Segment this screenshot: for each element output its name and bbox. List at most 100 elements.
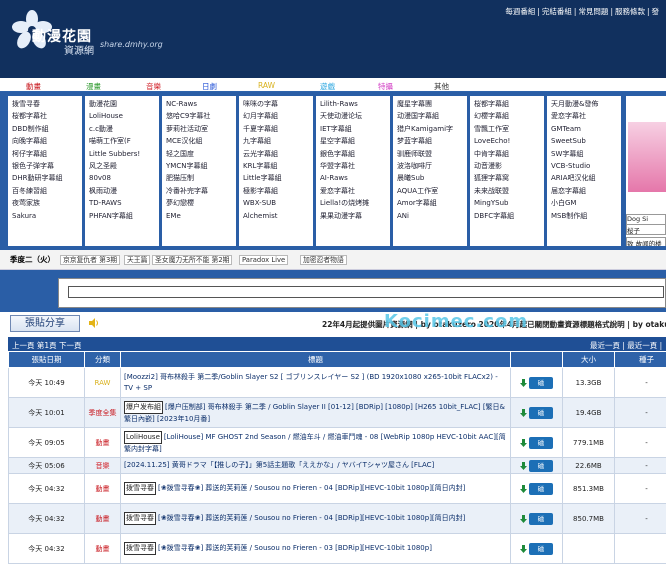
subgroup-link[interactable]: 夢幻戀櫻 xyxy=(166,197,236,209)
toplink-more[interactable]: 發 xyxy=(651,7,661,16)
download-arrow-icon[interactable] xyxy=(520,484,527,493)
season-chip[interactable]: 天王篇 xyxy=(124,255,151,265)
subgroup-link[interactable]: 风之圣殿 xyxy=(89,160,159,172)
row-title[interactable]: [LoliHouse] MF GHOST 2nd Season / 燃油车斗 /… xyxy=(124,433,506,453)
subgroup-link[interactable]: 千夏字幕組 xyxy=(243,123,313,135)
subgroup-link[interactable]: YMCN字幕組 xyxy=(166,160,236,172)
subgroup-link[interactable]: 猎户Kamigami字 xyxy=(397,123,467,135)
season-chip[interactable]: 京京复仇者 第3期 xyxy=(60,255,121,265)
toplink-faq[interactable]: 常見問題 xyxy=(577,7,609,16)
magnet-button[interactable]: 磁 xyxy=(529,542,553,555)
subgroup-link[interactable]: KRL字幕組 xyxy=(243,160,313,172)
subgroup-link[interactable]: 动漫国字幕組 xyxy=(397,110,467,122)
subgroup-link[interactable]: 雪飄工作室 xyxy=(474,123,544,135)
subgroup-link[interactable]: 肥猫压制 xyxy=(166,172,236,184)
subgroup-link[interactable]: 中肯字幕組 xyxy=(474,148,544,160)
download-arrow-icon[interactable] xyxy=(520,378,527,387)
subgroup-link[interactable]: Little Subbers! xyxy=(89,148,159,160)
subgroup-link[interactable]: 九字幕組 xyxy=(243,135,313,147)
table-row[interactable]: 今天 10:49 RAW [Moozzi2] 哥布林殺手 第二季/Goblin Sl… xyxy=(8,367,666,398)
subgroup-link[interactable]: SW字幕組 xyxy=(551,148,621,160)
subgroup-link[interactable]: TD-RAWS xyxy=(89,197,159,209)
subgroup-link[interactable]: c.c動漫 xyxy=(89,123,159,135)
pager-left[interactable]: 上一頁 第1頁 下一頁 xyxy=(12,340,82,351)
subgroup-link[interactable]: Liella!の烧烤摊 xyxy=(320,197,390,209)
subgroup-link[interactable]: Amor字幕組 xyxy=(397,197,467,209)
subgroup-link[interactable]: Little字幕組 xyxy=(243,172,313,184)
category-3[interactable]: 日劇 xyxy=(202,81,217,92)
header-title[interactable]: 標題 xyxy=(120,351,511,368)
subgroup-link[interactable]: GMTeam xyxy=(551,123,621,135)
subgroup-link[interactable]: 夜莺家族 xyxy=(12,197,82,209)
category-2[interactable]: 音樂 xyxy=(146,81,161,92)
row-title[interactable]: [❀拨雪寻春❀] 葬送的芙莉莲 / Sousou no Frieren - 04… xyxy=(158,484,465,492)
subgroup-link[interactable]: PHFAN字幕組 xyxy=(89,210,159,222)
subgroup-link[interactable]: 向晚字幕組 xyxy=(12,135,82,147)
row-category[interactable]: 季度全集 xyxy=(84,397,121,428)
subgroup-link[interactable]: 魔星字幕團 xyxy=(397,98,467,110)
toplink-terms[interactable]: 服務條款 xyxy=(614,7,646,16)
team-tag[interactable]: 爆户发布組 xyxy=(124,400,163,414)
row-category[interactable]: 動畫 xyxy=(84,503,121,534)
download-arrow-icon[interactable] xyxy=(520,544,527,553)
subgroup-link[interactable]: EMe xyxy=(166,210,236,222)
subgroup-link[interactable]: 届恋字幕組 xyxy=(551,185,621,197)
toplink-weekly[interactable]: 每週番組 xyxy=(504,7,536,16)
search-input[interactable] xyxy=(68,286,664,298)
row-title[interactable]: [2024.11.25] 黄哥ドラマ「【推しの子】」第5話主題歌「ええかな」/ … xyxy=(124,461,434,469)
site-logo[interactable]: 動漫花園 資源網 share.dmhy.org xyxy=(4,4,174,64)
team-tag[interactable]: 拨雪寻春 xyxy=(124,512,156,525)
magnet-button[interactable]: 磁 xyxy=(529,512,553,525)
subgroup-link[interactable]: 银色子弹字幕 xyxy=(12,160,82,172)
subgroup-link[interactable]: 極影字幕組 xyxy=(243,185,313,197)
subgroup-link[interactable]: DHR動研字幕組 xyxy=(12,172,82,184)
table-row[interactable]: 今天 05:06 音樂 [2024.11.25] 黄哥ドラマ「【推しの子】」第5話主… xyxy=(8,457,666,474)
magnet-button[interactable]: 磁 xyxy=(529,406,553,419)
row-title[interactable]: [❀拨雪寻春❀] 葬送的芙莉莲 / Sousou no Frieren - 04… xyxy=(158,514,465,522)
post-share-button[interactable]: 張貼分享 xyxy=(10,315,80,332)
category-1[interactable]: 漫畫 xyxy=(86,81,101,92)
team-tag[interactable]: 拨雪寻春 xyxy=(124,542,156,555)
subgroup-link[interactable]: 天月動漫&發佈 xyxy=(551,98,621,110)
row-title[interactable]: [❀拨雪寻春❀] 葬送的芙莉莲 / Sousou no Frieren - 03… xyxy=(158,544,432,552)
header-seeds[interactable]: 種子 xyxy=(614,351,666,368)
subgroup-link[interactable]: 梦蓝字幕組 xyxy=(397,135,467,147)
row-title[interactable]: [Moozzi2] 哥布林殺手 第二季/Goblin Slayer S2 [ ゴ… xyxy=(124,373,498,392)
team-tag[interactable]: 拨雪寻春 xyxy=(124,482,156,495)
subgroup-link[interactable]: WBX-SUB xyxy=(243,197,313,209)
download-arrow-icon[interactable] xyxy=(520,461,527,470)
ad-chip[interactable]: Dog Si xyxy=(626,214,666,225)
category-6[interactable]: 特攝 xyxy=(378,81,393,92)
subgroup-link[interactable]: ARIA吧汉化組 xyxy=(551,172,621,184)
subgroup-link[interactable]: LoveEcho! xyxy=(474,135,544,147)
subgroup-link[interactable]: 小白GM xyxy=(551,197,621,209)
subgroup-link[interactable]: 咪咪の字幕 xyxy=(243,98,313,110)
category-0[interactable]: 動畫 xyxy=(26,81,41,92)
subgroup-link[interactable]: 云光字幕組 xyxy=(243,148,313,160)
subgroup-link[interactable]: 桜都字幕社 xyxy=(12,110,82,122)
subgroup-link[interactable]: 狐狸字幕窝 xyxy=(474,172,544,184)
subgroup-link[interactable]: 冷番补完字幕 xyxy=(166,185,236,197)
subgroup-link[interactable]: 果果动漫字幕 xyxy=(320,210,390,222)
row-category[interactable]: 動畫 xyxy=(84,533,121,564)
subgroup-link[interactable]: 幻櫻字幕組 xyxy=(474,110,544,122)
row-title[interactable]: [爆户压制部] 哥布林殺手 第二季 / Goblin Slayer II [01… xyxy=(124,403,505,423)
subgroup-link[interactable]: DBFC字幕組 xyxy=(474,210,544,222)
season-chip[interactable]: 圣女魔力无所不能 第2期 xyxy=(152,255,233,265)
subgroup-link[interactable]: 悠哈C9字幕社 xyxy=(166,110,236,122)
category-7[interactable]: 其他 xyxy=(434,81,449,92)
toplink-completed[interactable]: 完結番組 xyxy=(541,7,573,16)
subgroup-link[interactable]: SweetSub xyxy=(551,135,621,147)
subgroup-link[interactable]: NC-Raws xyxy=(166,98,236,110)
subgroup-link[interactable]: 銀色字幕組 xyxy=(320,148,390,160)
season-chip[interactable]: Paradox Live xyxy=(239,255,289,265)
row-category[interactable]: RAW xyxy=(84,367,121,398)
subgroup-link[interactable]: 幻月字幕組 xyxy=(243,110,313,122)
subgroup-link[interactable]: LoliHouse xyxy=(89,110,159,122)
subgroup-link[interactable]: 晨曦Sub xyxy=(397,172,467,184)
download-arrow-icon[interactable] xyxy=(520,514,527,523)
subgroup-link[interactable]: 動漫花園 xyxy=(89,98,159,110)
subgroup-link[interactable]: Sakura xyxy=(12,210,82,222)
subgroup-link[interactable]: 星空字幕組 xyxy=(320,135,390,147)
subgroup-link[interactable]: Alchemist xyxy=(243,210,313,222)
